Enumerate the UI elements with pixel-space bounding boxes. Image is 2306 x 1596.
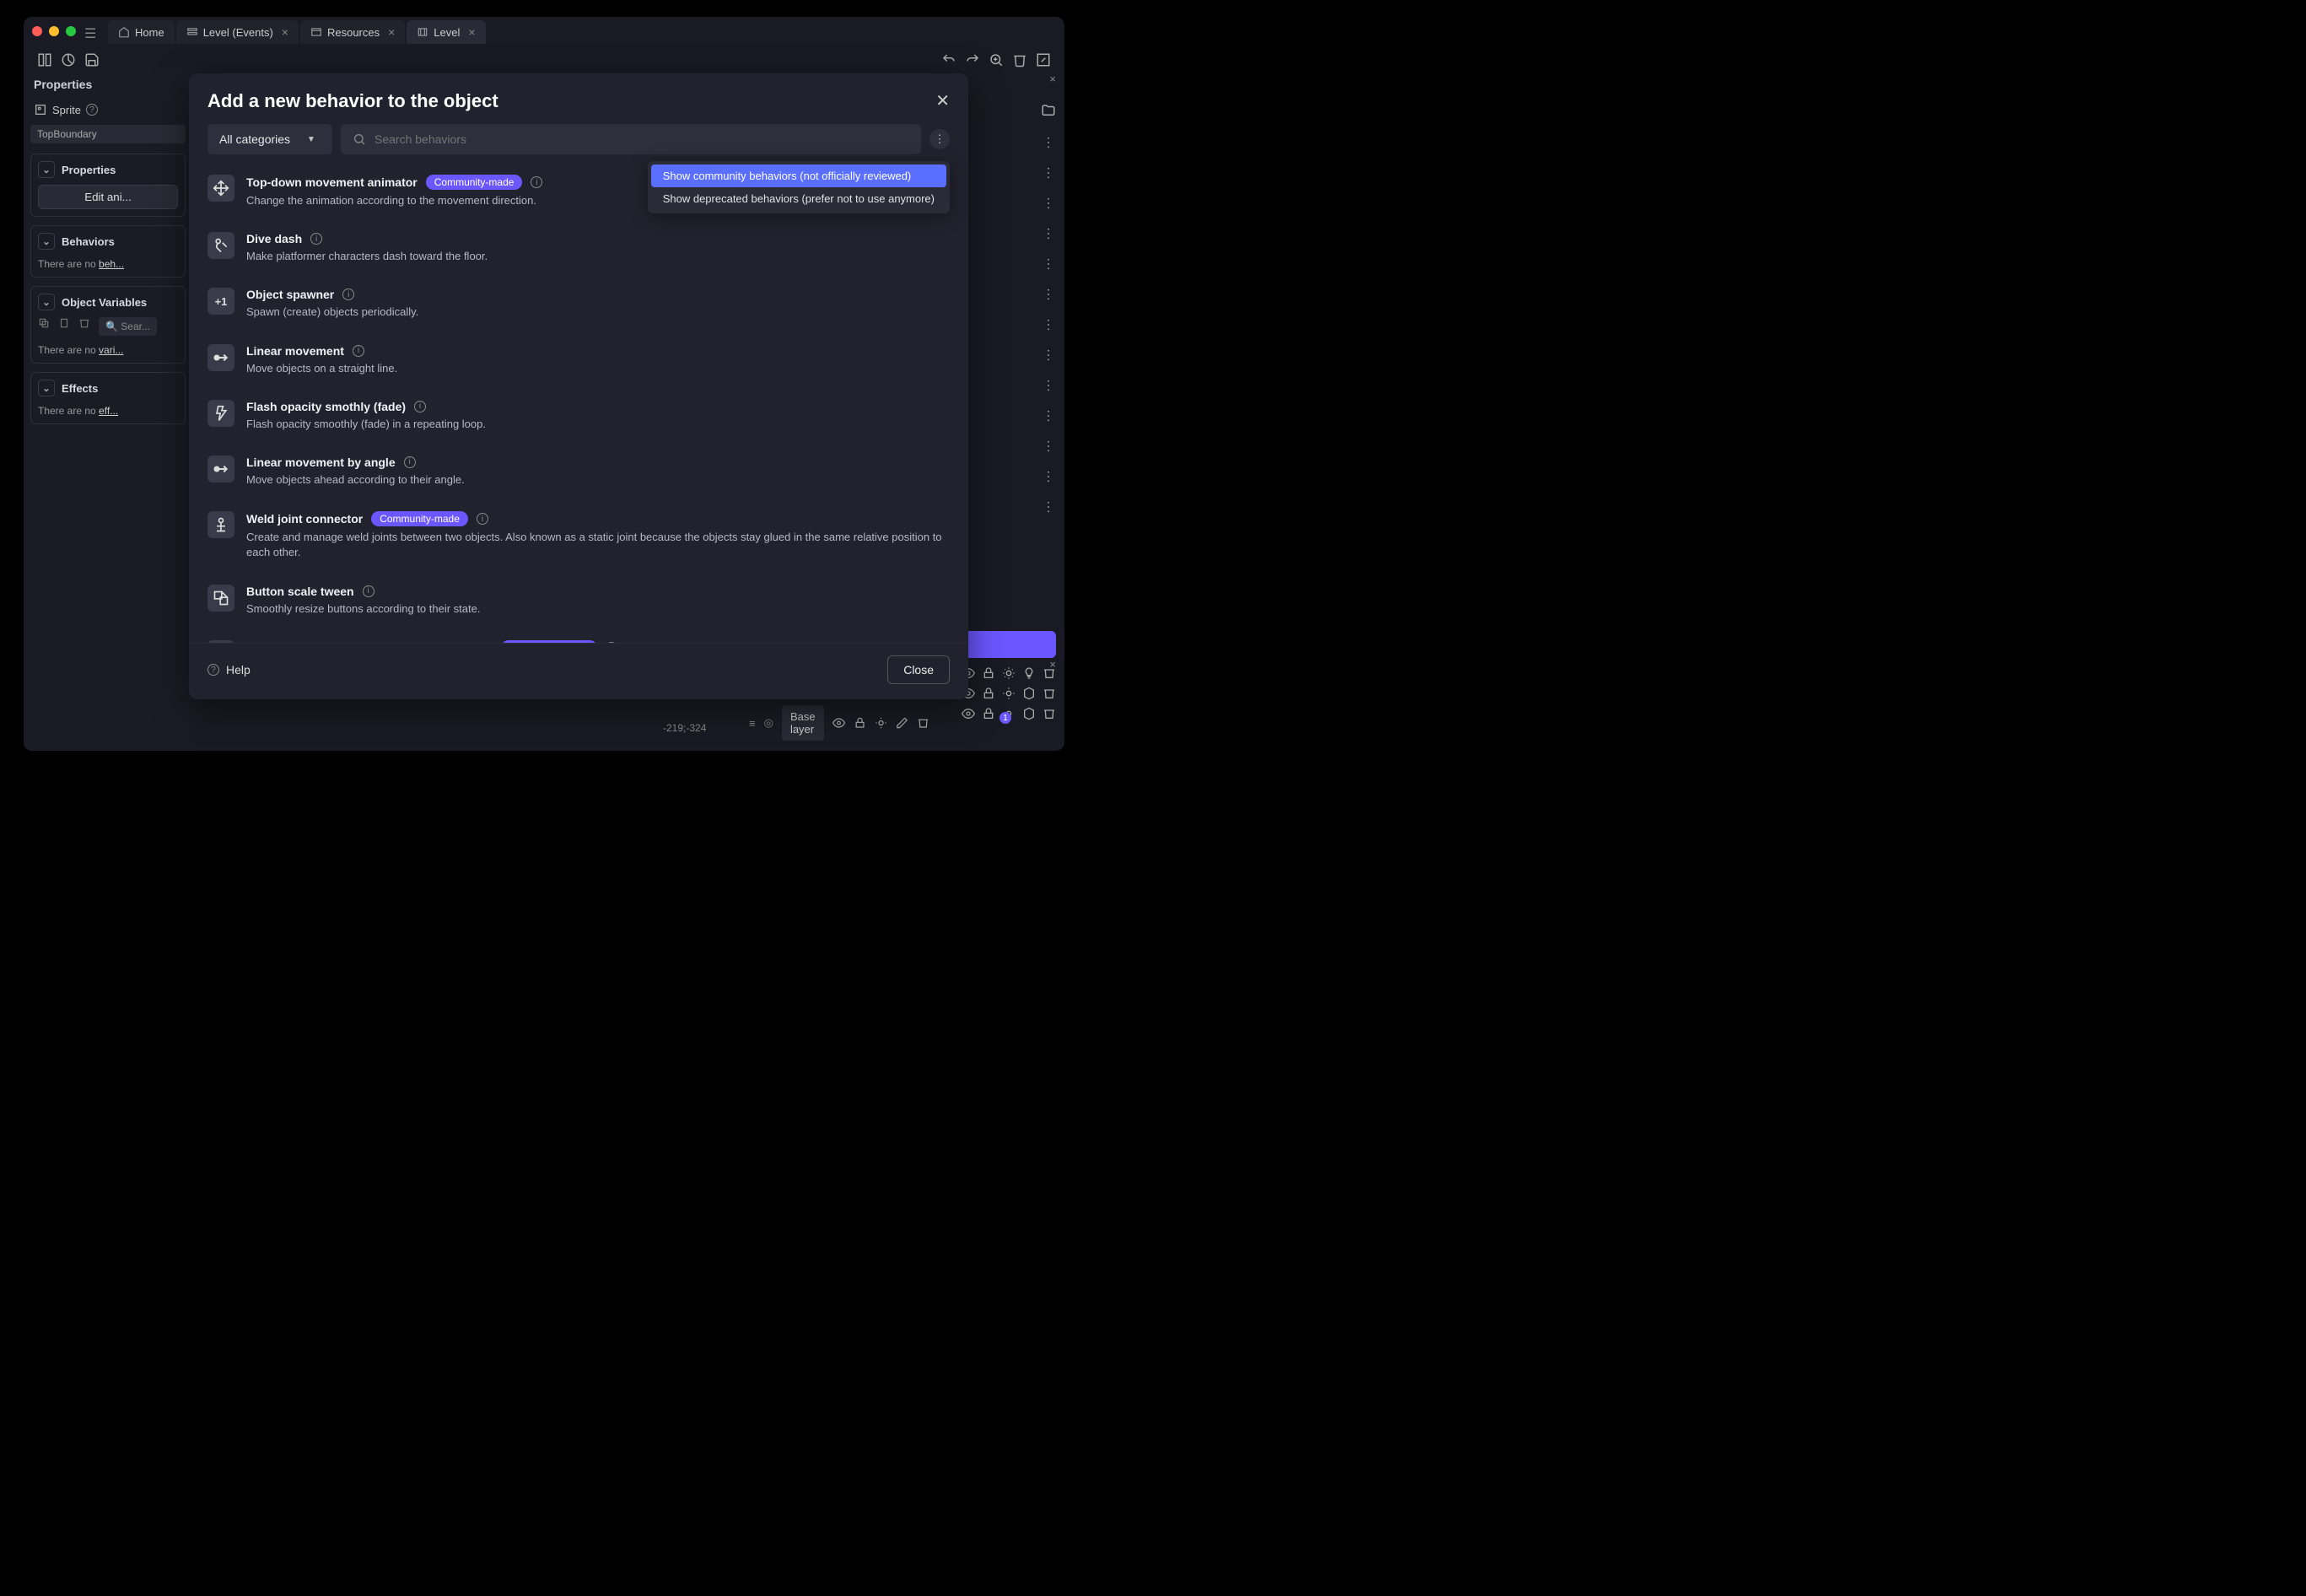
close-icon[interactable]: ✕ (935, 90, 950, 111)
info-icon[interactable]: i (310, 233, 322, 245)
behavior-item[interactable]: Navigation mesh pathfinding (experimenta… (207, 632, 950, 643)
menu-item-show-community[interactable]: Show community behaviors (not officially… (651, 164, 946, 187)
window-maximize-button[interactable] (66, 26, 76, 36)
behavior-description: Move objects on a straight line. (246, 361, 950, 376)
behavior-description: Create and manage weld joints between tw… (246, 530, 950, 560)
app-window: ☰ Home Level (Events) × Resources × Leve… (24, 17, 1064, 751)
community-badge: Community-made (371, 511, 468, 526)
info-icon[interactable]: i (414, 401, 426, 412)
behavior-icon (207, 456, 234, 483)
behavior-description: Move objects ahead according to their an… (246, 472, 950, 488)
menu-item-show-deprecated[interactable]: Show deprecated behaviors (prefer not to… (651, 187, 946, 210)
modal-title: Add a new behavior to the object (207, 90, 498, 112)
behavior-title: Button scale tween (246, 585, 354, 598)
options-menu-button[interactable]: ⋮ (929, 129, 950, 149)
behavior-item[interactable]: Linear movement i Move objects on a straig… (207, 336, 950, 391)
add-behavior-modal: Add a new behavior to the object ✕ All c… (189, 73, 968, 699)
window-close-button[interactable] (32, 26, 42, 36)
search-input[interactable] (374, 132, 909, 146)
behavior-description: Smoothly resize buttons according to the… (246, 601, 950, 617)
behavior-description: Flash opacity smoothly (fade) in a repea… (246, 417, 950, 432)
behavior-item[interactable]: Weld joint connector Community-made i Creat… (207, 503, 950, 575)
behavior-item[interactable]: Dive dash i Make platformer characters das… (207, 224, 950, 279)
behavior-icon (207, 344, 234, 371)
behavior-title: Linear movement by angle (246, 456, 396, 469)
behavior-description: Spawn (create) objects periodically. (246, 305, 950, 320)
close-button[interactable]: Close (887, 655, 950, 684)
behavior-item[interactable]: +1 Object spawner i Spawn (create) objects … (207, 279, 950, 335)
behavior-title: Top-down movement animator (246, 175, 418, 189)
behavior-icon (207, 175, 234, 202)
info-icon[interactable]: i (353, 345, 364, 357)
behavior-title: Object spawner (246, 288, 334, 301)
modal-overlay: Add a new behavior to the object ✕ All c… (24, 17, 1064, 751)
info-icon[interactable]: i (404, 456, 416, 468)
behavior-item[interactable]: Linear movement by angle i Move objects ah… (207, 447, 950, 503)
options-dropdown-menu: Show community behaviors (not officially… (648, 161, 950, 213)
behavior-title: Flash opacity smothly (fade) (246, 400, 406, 413)
info-icon[interactable]: i (531, 176, 542, 188)
help-icon: ? (207, 664, 219, 676)
behavior-item[interactable]: Button scale tween i Smoothly resize butto… (207, 576, 950, 632)
chevron-down-icon: ▼ (307, 135, 315, 144)
window-minimize-button[interactable] (49, 26, 59, 36)
behavior-title: Dive dash (246, 232, 302, 245)
behavior-list[interactable]: Top-down movement animator Community-made… (189, 163, 968, 643)
behavior-icon (207, 232, 234, 259)
info-icon[interactable]: i (342, 288, 354, 300)
search-icon (353, 132, 366, 146)
behavior-description: Make platformer characters dash toward t… (246, 249, 950, 264)
behavior-title: Weld joint connector (246, 512, 363, 526)
community-badge: Community-made (426, 175, 523, 190)
behavior-item[interactable]: Flash opacity smothly (fade) i Flash opaci… (207, 391, 950, 447)
help-label: Help (226, 663, 251, 677)
behavior-icon: +1 (207, 288, 234, 315)
behavior-icon (207, 585, 234, 612)
behavior-title: Linear movement (246, 344, 344, 358)
window-traffic-lights (32, 26, 76, 36)
behavior-icon (207, 400, 234, 427)
info-icon[interactable]: i (363, 585, 374, 597)
dropdown-label: All categories (219, 132, 290, 146)
category-dropdown[interactable]: All categories ▼ (207, 124, 332, 154)
behavior-icon (207, 511, 234, 538)
help-link[interactable]: ? Help (207, 663, 251, 677)
search-field[interactable] (341, 124, 921, 154)
info-icon[interactable]: i (477, 513, 488, 525)
